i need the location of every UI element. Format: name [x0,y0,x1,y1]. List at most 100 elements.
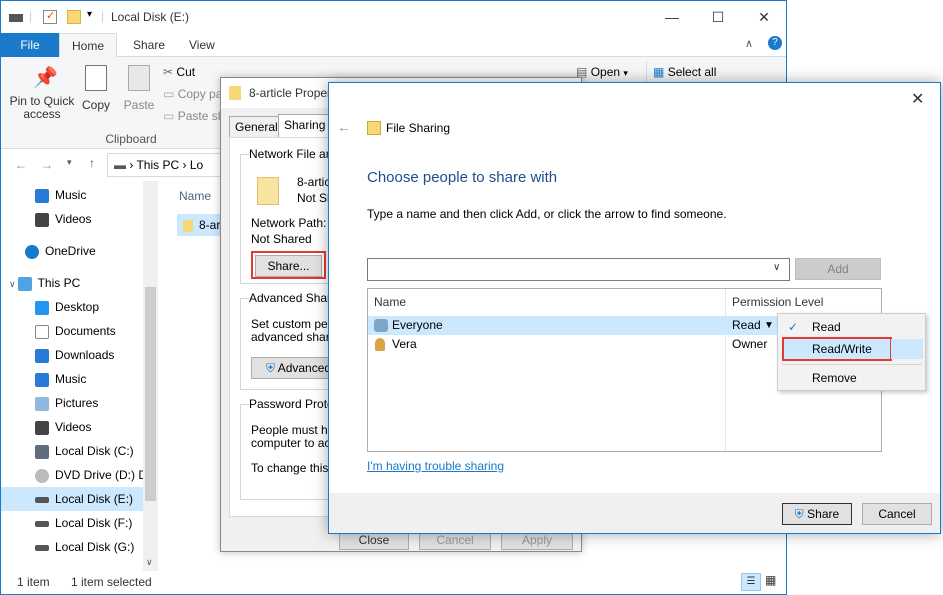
scissors-icon: ✂ [163,65,174,79]
copy-button[interactable]: Copy [79,65,113,112]
permission-dropdown-arrow-icon[interactable]: ▼ [764,316,774,335]
column-header-name[interactable]: Name [374,295,406,309]
window-title: Local Disk (E:) [111,10,190,24]
copy-icon [85,65,107,91]
share-confirm-button[interactable]: ⛨ Share [782,503,852,525]
column-header-name[interactable]: Name [179,189,211,203]
checkmark-icon: ✓ [788,320,799,334]
nav-item-music-2[interactable]: Music [1,367,143,391]
permission-context-menu: ✓ Read Read/Write Remove [777,313,926,391]
cut-button[interactable]: ✂ Cut [163,65,195,81]
tab-sharing[interactable]: Sharing [278,114,332,138]
password-protection-group: Password Protec People must hav computer… [240,397,342,500]
sharing-tab-panel: Network File and 8-article Not Sh Networ… [229,137,343,517]
close-dialog-button[interactable]: ✕ [911,89,924,109]
menu-item-remove[interactable]: Remove [780,367,923,389]
nav-item-downloads[interactable]: Downloads [1,343,143,367]
tab-file[interactable]: File [1,33,59,57]
nav-item-local-disk-e[interactable]: Local Disk (E:) [1,487,143,511]
download-icon [35,348,49,363]
nav-item-dvd-drive[interactable]: DVD Drive (D:) D [1,463,143,487]
paste-shortcut-icon: ▭ [163,109,175,123]
paste-shortcut-button[interactable]: ▭ Paste sh [163,109,221,125]
dialog-heading: Choose people to share with [367,169,558,186]
video-icon [35,420,49,435]
nav-item-local-disk-c[interactable]: Local Disk (C:) [1,439,143,463]
tab-view[interactable]: View [177,33,227,57]
shield-icon: ⛨ [266,361,276,375]
nav-item-music[interactable]: Music [1,183,143,207]
nav-item-this-pc[interactable]: ∨ This PC [1,271,143,295]
tab-home[interactable]: Home [59,33,118,58]
group-users-icon [374,319,388,332]
clipboard-group-label: Clipboard [105,132,157,146]
address-bar[interactable]: ▬ › This PC › Lo [107,153,225,177]
close-window-button[interactable]: ✕ [741,1,787,33]
nav-item-desktop[interactable]: Desktop [1,295,143,319]
desktop-icon [35,300,49,315]
add-button[interactable]: Add [795,258,881,280]
file-sharing-dialog: ✕ ← File Sharing Choose people to share … [328,82,941,534]
paste-button[interactable]: Paste [119,65,159,112]
tab-share[interactable]: Share [121,33,177,57]
advanced-sharing-button[interactable]: ⛨ Advanced [251,357,331,379]
nav-item-pictures[interactable]: Pictures [1,391,143,415]
cloud-icon [25,244,39,259]
nav-item-documents[interactable]: Documents [1,319,143,343]
chevron-down-icon[interactable]: ∨ [773,262,780,273]
back-icon[interactable]: ← [337,119,351,135]
share-button-highlight: Share... [251,251,326,279]
maximize-button[interactable]: ☐ [695,1,741,33]
chevron-down-icon: ▾ [623,68,628,78]
nav-item-local-disk-f[interactable]: Local Disk (F:) [1,511,143,535]
props-share-button[interactable]: Share... [255,255,322,277]
nav-item-videos[interactable]: Videos [1,207,143,231]
back-icon[interactable]: ← [15,158,27,172]
nav-item-local-disk-g[interactable]: Local Disk (G:) [1,535,143,559]
folder-icon [229,86,241,100]
share-cancel-button[interactable]: Cancel [862,503,932,525]
up-icon[interactable]: ↑ [89,156,95,170]
ribbon-tabs: File Home Share View ∧ ? [1,33,786,58]
copy-path-button[interactable]: ▭ Copy pa [163,87,221,103]
column-header-permission[interactable]: Permission Level [732,295,823,309]
music-icon [35,372,49,387]
computer-icon [17,276,32,291]
file-item[interactable]: 8-ar [177,214,223,236]
item-count: 1 item [17,575,50,589]
scroll-down-icon[interactable]: ∨ [146,557,153,568]
documents-icon [35,324,49,339]
trouble-sharing-link[interactable]: I'm having trouble sharing [367,459,504,473]
pictures-icon [35,396,49,411]
menu-item-read-write[interactable]: Read/Write [782,337,892,361]
title-bar: | ✓ ▾ | Local Disk (E:) — ☐ ✕ [1,1,786,33]
customize-toolbar-icon[interactable]: ▾ [87,9,92,20]
open-button[interactable]: ▤ Open ▾ [576,65,628,81]
large-icons-view-icon[interactable]: ▦ [765,573,776,587]
new-folder-icon[interactable] [67,10,81,24]
table-row-everyone[interactable]: Everyone Read ▼ [368,316,777,335]
tab-general[interactable]: General [229,116,284,138]
select-all-icon: ▦ [653,65,665,79]
music-icon [35,188,49,203]
recent-locations-icon[interactable]: ▾ [67,157,72,168]
details-view-icon[interactable]: ☰ [741,573,761,591]
nav-scrollbar[interactable]: ∨ [143,181,158,571]
video-icon [35,212,49,227]
menu-item-read[interactable]: ✓ Read [780,316,923,338]
help-icon[interactable]: ? [768,36,782,50]
collapse-ribbon-icon[interactable]: ∧ [745,37,753,50]
select-all-button[interactable]: ▦ Select all [653,65,716,81]
name-combobox[interactable]: ∨ [367,258,790,281]
nav-item-videos-2[interactable]: Videos [1,415,143,439]
copy-path-icon: ▭ [163,87,175,101]
drive-icon [35,544,49,551]
forward-icon[interactable]: → [41,158,53,172]
scrollbar-thumb[interactable] [145,287,156,501]
drive-icon [35,520,49,527]
windows-drive-icon [35,444,49,459]
pin-quick-access-button[interactable]: 📌 Pin to Quick access [7,65,77,121]
nav-item-onedrive[interactable]: OneDrive [1,239,143,263]
minimize-button[interactable]: — [649,1,695,33]
properties-icon[interactable]: ✓ [43,10,57,24]
